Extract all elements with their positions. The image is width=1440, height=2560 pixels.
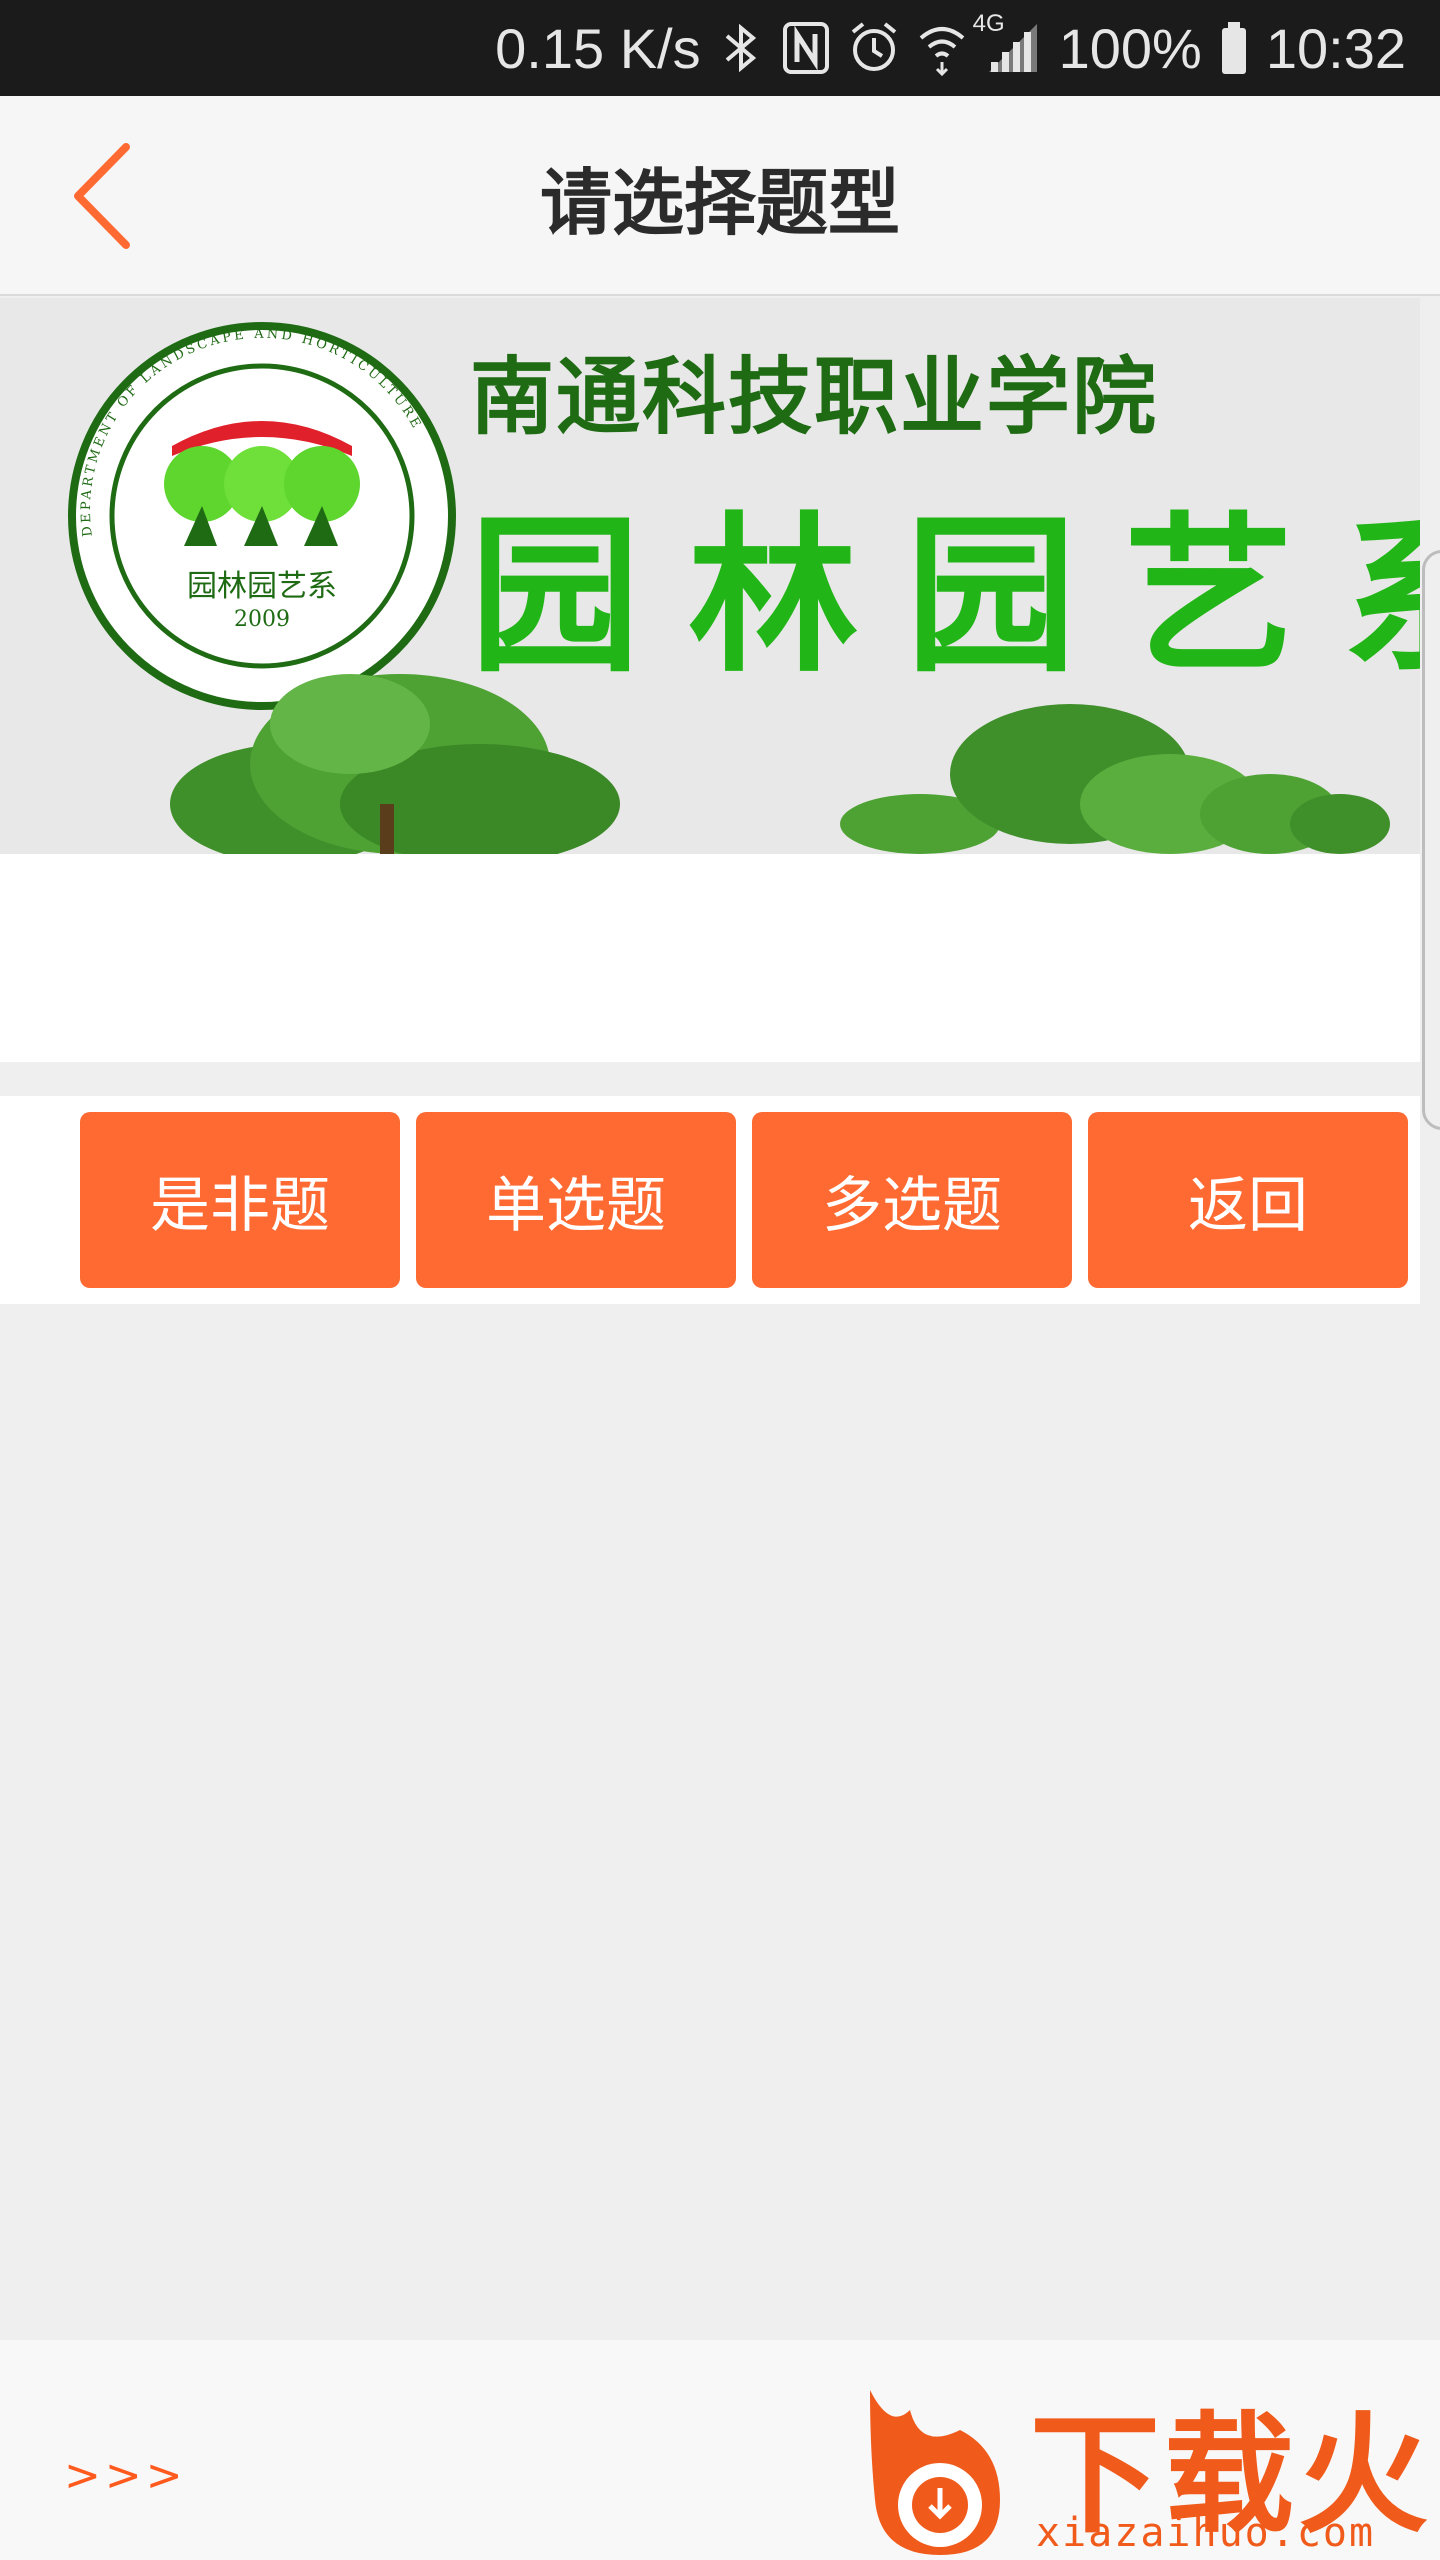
question-type-buttons: 是非题 单选题 多选题 返回	[0, 1096, 1420, 1304]
nfc-icon	[781, 20, 831, 76]
multiple-choice-button[interactable]: 多选题	[752, 1112, 1072, 1288]
battery-percent: 100%	[1058, 16, 1202, 80]
app-bar: 请选择题型	[0, 96, 1440, 296]
bluetooth-icon	[719, 20, 763, 76]
trees-illustration-left	[170, 674, 620, 854]
wifi-icon	[917, 20, 967, 76]
network-speed: 0.15 K/s	[495, 16, 701, 80]
more-link[interactable]: >>>	[64, 2450, 187, 2501]
school-name: 南通科技职业学院	[470, 348, 1159, 446]
battery-icon	[1220, 20, 1248, 76]
status-bar: 0.15 K/s 4G 100% 10:32	[0, 0, 1440, 96]
page-title: 请选择题型	[539, 160, 900, 245]
scroll-edge-indicator	[1422, 550, 1440, 1130]
clock: 10:32	[1265, 16, 1406, 80]
flame-logo-icon	[870, 2390, 1000, 2555]
footer: >>> 下载火 xiazaihuo.com	[0, 2340, 1440, 2560]
trees-illustration-right	[840, 704, 1390, 854]
department-banner: 园林园艺系 2009 DEPARTMENT OF LANDSCAPE AND H…	[0, 298, 1420, 854]
ad-url: xiazaihuo.com	[1036, 2510, 1376, 2556]
svg-text:DEPARTMENT OF LANDSCAPE AND HO: DEPARTMENT OF LANDSCAPE AND HORTICULTURE	[79, 327, 425, 538]
single-choice-button[interactable]: 单选题	[416, 1112, 736, 1288]
signal-icon: 4G	[973, 10, 1041, 76]
return-button[interactable]: 返回	[1088, 1112, 1408, 1288]
content-spacer	[0, 854, 1420, 1062]
alarm-icon	[849, 20, 899, 76]
network-type: 4G	[972, 10, 1005, 37]
logo-ring-caption: DEPARTMENT OF LANDSCAPE AND HORTICULTURE	[79, 327, 422, 538]
true-false-button[interactable]: 是非题	[80, 1112, 400, 1288]
ad-banner[interactable]: 下载火 xiazaihuo.com	[850, 2370, 1440, 2560]
